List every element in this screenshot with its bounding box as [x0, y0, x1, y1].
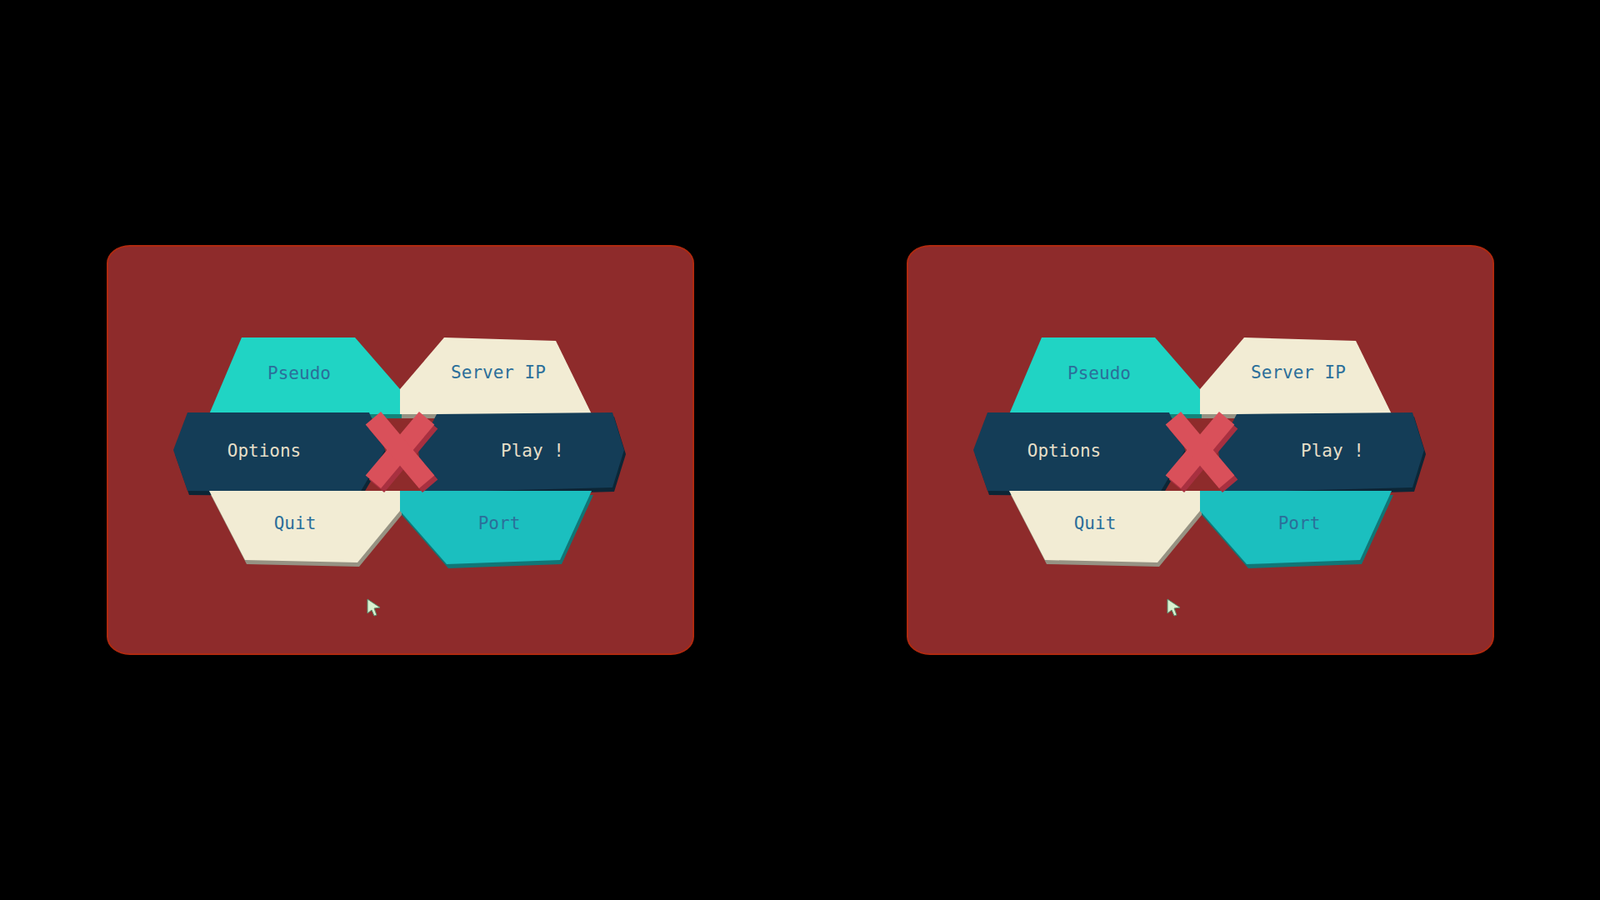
menu-label[interactable]: Quit	[1074, 513, 1117, 534]
shape-face[interactable]	[173, 412, 385, 493]
shape-face[interactable]	[209, 337, 400, 415]
close-cross-icon[interactable]	[365, 411, 439, 493]
cursor-icon	[367, 599, 380, 616]
menu-label[interactable]: Pseudo	[1067, 363, 1131, 384]
menu-panel: Pseudo Server IP Options Play ! Quit Port	[906, 245, 1495, 655]
shape-face[interactable]	[400, 490, 592, 565]
menu-button[interactable]: Play !	[1218, 412, 1426, 497]
menu-field[interactable]: Quit	[209, 490, 402, 567]
shape-face[interactable]	[973, 412, 1185, 493]
menu-label[interactable]: Port	[1278, 513, 1321, 534]
menu-field[interactable]: Port	[1200, 490, 1394, 569]
menu-button[interactable]: Play !	[418, 412, 626, 497]
menu-label[interactable]: Options	[227, 440, 302, 461]
menu-field[interactable]: Server IP	[400, 337, 594, 419]
menu-field[interactable]: Server IP	[1200, 337, 1394, 419]
menu-field[interactable]: Pseudo	[209, 337, 402, 419]
menu-label[interactable]: Play !	[500, 440, 565, 461]
shape-face[interactable]	[209, 490, 400, 563]
shape-face[interactable]	[1009, 490, 1200, 563]
hex-menu: Pseudo Server IP Options Play ! Quit Port	[166, 275, 634, 625]
shape-face[interactable]	[418, 412, 625, 493]
menu-label[interactable]: Play !	[1300, 440, 1365, 461]
shape-face[interactable]	[1200, 337, 1392, 415]
menu-field[interactable]: Port	[400, 490, 594, 569]
menu-label[interactable]: Port	[478, 513, 521, 534]
left-eye-view: Pseudo Server IP Options Play ! Quit Port	[0, 0, 800, 900]
menu-label[interactable]: Server IP	[1250, 362, 1346, 383]
cursor-icon	[1167, 599, 1180, 616]
menu-field[interactable]: Quit	[1009, 490, 1202, 567]
menu-label[interactable]: Quit	[274, 513, 317, 534]
menu-label[interactable]: Options	[1027, 440, 1102, 461]
menu-button[interactable]: Options	[973, 412, 1187, 497]
menu-field[interactable]: Pseudo	[1009, 337, 1202, 419]
shape-face[interactable]	[1218, 412, 1425, 493]
menu-panel: Pseudo Server IP Options Play ! Quit Port	[106, 245, 695, 655]
hex-menu: Pseudo Server IP Options Play ! Quit Port	[966, 275, 1434, 625]
menu-label[interactable]: Server IP	[450, 362, 546, 383]
shape-face[interactable]	[1200, 490, 1392, 565]
menu-button[interactable]: Options	[173, 412, 387, 497]
menu-label[interactable]: Pseudo	[267, 363, 331, 384]
right-eye-view: Pseudo Server IP Options Play ! Quit Port	[800, 0, 1600, 900]
shape-face[interactable]	[1009, 337, 1200, 415]
vr-stage: PseudoServer IPOptionsPlay !QuitPortPseu…	[0, 0, 1600, 900]
close-cross-icon[interactable]	[1165, 411, 1239, 493]
shape-face[interactable]	[400, 337, 592, 415]
